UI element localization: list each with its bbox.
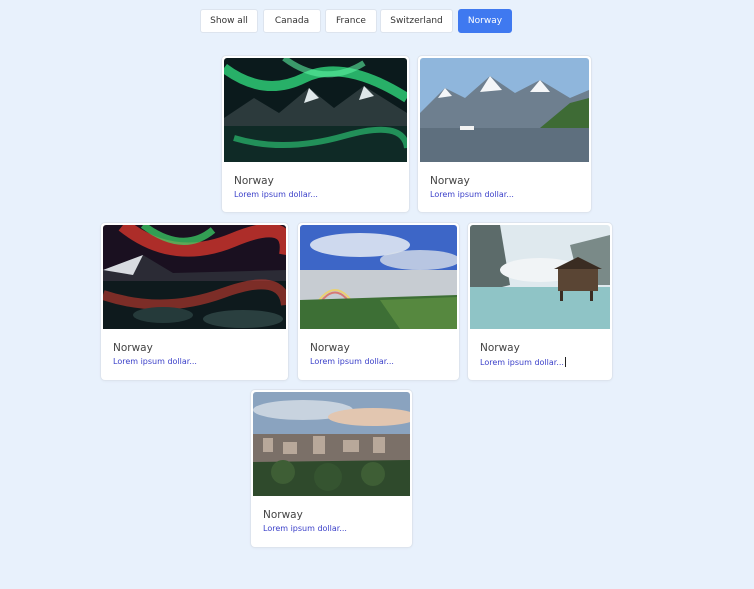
snowy-fjord-image bbox=[420, 58, 589, 162]
filter-france-button[interactable]: France bbox=[325, 9, 377, 33]
filter-switzerland-button[interactable]: Switzerland bbox=[380, 9, 453, 33]
gallery-card[interactable]: Norway Lorem ipsum dollar... bbox=[222, 56, 409, 212]
gallery-card[interactable]: Norway Lorem ipsum dollar... bbox=[101, 223, 288, 380]
card-title: Norway bbox=[234, 175, 274, 187]
gallery-card[interactable]: Norway Lorem ipsum dollar... bbox=[468, 223, 612, 380]
gallery-card[interactable]: Norway Lorem ipsum dollar... bbox=[418, 56, 591, 212]
card-title: Norway bbox=[113, 342, 153, 354]
filter-show-all-button[interactable]: Show all bbox=[200, 9, 258, 33]
filter-norway-button[interactable]: Norway bbox=[458, 9, 512, 33]
aurora-mountains-image bbox=[224, 58, 407, 162]
card-title: Norway bbox=[430, 175, 470, 187]
card-description: Lorem ipsum dollar... bbox=[263, 524, 347, 533]
red-aurora-lake-image bbox=[103, 225, 286, 329]
filter-canada-button[interactable]: Canada bbox=[263, 9, 321, 33]
lake-cabin-image bbox=[470, 225, 610, 329]
text-cursor bbox=[564, 357, 566, 367]
card-description: Lorem ipsum dollar... bbox=[234, 190, 318, 199]
card-description: Lorem ipsum dollar... bbox=[113, 357, 197, 366]
gallery-card[interactable]: Norway Lorem ipsum dollar... bbox=[298, 223, 459, 380]
card-title: Norway bbox=[263, 509, 303, 521]
gallery-card[interactable]: Norway Lorem ipsum dollar... bbox=[251, 390, 412, 547]
card-description: Lorem ipsum dollar... bbox=[480, 357, 566, 367]
waterfall-rainbow-image bbox=[300, 225, 457, 329]
city-view-image bbox=[253, 392, 410, 496]
card-description: Lorem ipsum dollar... bbox=[310, 357, 394, 366]
card-description: Lorem ipsum dollar... bbox=[430, 190, 514, 199]
card-title: Norway bbox=[480, 342, 520, 354]
card-title: Norway bbox=[310, 342, 350, 354]
